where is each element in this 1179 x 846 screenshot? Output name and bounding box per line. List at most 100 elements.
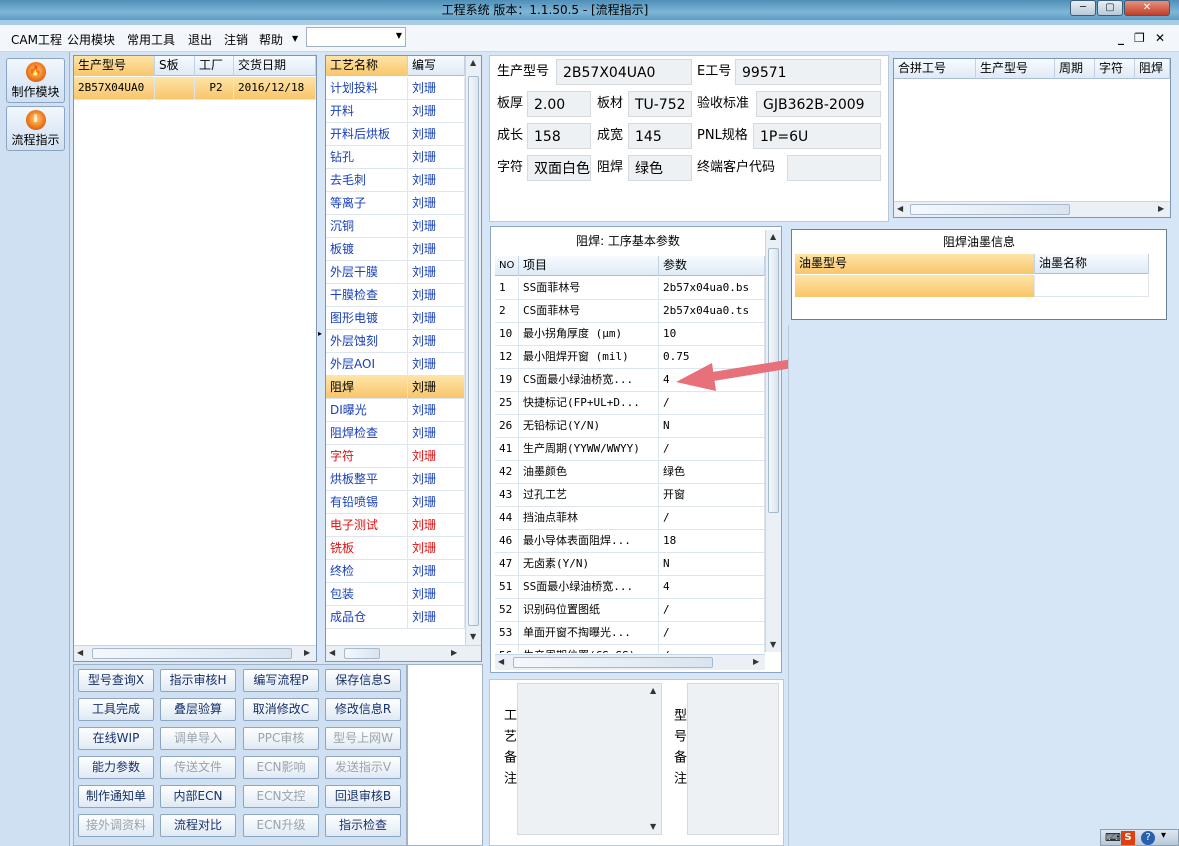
module-combo[interactable]: ▼ [306,27,406,47]
params-hscroll-thumb[interactable] [513,657,713,668]
field-solder-mask[interactable]: 绿色 [628,155,692,181]
table-row[interactable]: 终检 刘珊 [326,560,465,583]
action-button-15[interactable]: ECN影响 [243,756,319,779]
table-row[interactable]: 外层蚀刻 刘珊 [326,330,465,353]
tray-menu-icon[interactable]: ▾ [1161,830,1166,841]
scroll-right-icon[interactable]: ▶ [304,648,310,657]
scroll-right-icon[interactable]: ▶ [753,657,759,666]
mdi-minimize-icon[interactable]: _ [1118,31,1124,45]
menu-common-tools[interactable]: 常用工具 [127,31,175,48]
menu-overflow-icon[interactable]: ▼ [292,34,298,43]
nav-make-module[interactable]: 🔥 制作模块 [6,58,65,103]
table-row[interactable]: 图形电镀 刘珊 [326,307,465,330]
field-character[interactable]: 双面白色 [527,155,591,181]
action-button-23[interactable]: ECN升级 [243,814,319,837]
col-writer[interactable]: 编写 [408,56,465,76]
process-hscroll-thumb[interactable] [344,648,380,659]
close-window-button[interactable]: ✕ [1124,0,1170,16]
table-row[interactable]: 44 挡油点菲林 / [495,507,765,530]
field-width[interactable]: 145 [628,123,692,149]
field-material[interactable]: TU-752 [628,91,692,117]
menu-cam[interactable]: CAM工程 [11,31,62,48]
table-row[interactable]: 外层干膜 刘珊 [326,261,465,284]
menu-logout[interactable]: 注销 [224,31,248,48]
table-row[interactable]: 铣板 刘珊 [326,537,465,560]
col-no[interactable]: NO [495,256,519,276]
params-hscroll[interactable]: ◀ ▶ [495,654,765,670]
col-ink-name[interactable]: 油墨名称 [1035,254,1149,274]
action-button-20[interactable]: 回退审核B [325,785,401,808]
action-button-12[interactable]: 型号上网W [325,727,401,750]
col-merge-period[interactable]: 周期 [1055,59,1095,79]
action-button-6[interactable]: 叠层验算 [160,698,236,721]
col-delivery-date[interactable]: 交货日期 [234,56,316,76]
table-row[interactable]: DI曝光 刘珊 [326,399,465,422]
mdi-restore-icon[interactable]: ❐ [1134,31,1145,45]
table-row[interactable]: 2B57X04UA0 P2 2016/12/18 [74,77,316,100]
scroll-left-icon[interactable]: ◀ [498,657,504,666]
action-button-13[interactable]: 能力参数 [78,756,154,779]
action-button-11[interactable]: PPC审核 [243,727,319,750]
action-button-19[interactable]: ECN文控 [243,785,319,808]
col-factory[interactable]: 工厂 [195,56,234,76]
action-button-10[interactable]: 调单导入 [160,727,236,750]
table-row[interactable]: 干膜检查 刘珊 [326,284,465,307]
field-length[interactable]: 158 [527,123,591,149]
table-row[interactable]: 阻焊检查 刘珊 [326,422,465,445]
table-row[interactable]: 43 过孔工艺 开窗 [495,484,765,507]
order-hscroll-thumb[interactable] [92,648,292,659]
scroll-left-icon[interactable]: ◀ [897,204,903,213]
field-model[interactable]: 2B57X04UA0 [556,59,692,85]
field-eno[interactable]: 99571 [735,59,881,85]
table-row[interactable]: 等离子 刘珊 [326,192,465,215]
params-vscroll[interactable]: ▲ ▼ [765,230,781,652]
table-row[interactable]: 开料 刘珊 [326,100,465,123]
nav-process-instruction[interactable]: ⦀ 流程指示 [6,106,65,151]
mdi-close-icon[interactable]: ✕ [1155,31,1165,45]
action-button-3[interactable]: 编写流程P [243,669,319,692]
scroll-down-icon[interactable]: ▼ [470,632,476,641]
menu-public-module[interactable]: 公用模块 [67,31,115,48]
col-merge-character[interactable]: 字符 [1095,59,1135,79]
field-customer-code[interactable] [787,155,881,181]
minimize-button[interactable]: ─ [1070,0,1096,16]
action-button-8[interactable]: 修改信息R [325,698,401,721]
table-row[interactable]: 41 生产周期(YYWW/WWYY) / [495,438,765,461]
scroll-right-icon[interactable]: ▶ [1158,204,1164,213]
table-row[interactable]: 阻焊 刘珊 [326,376,465,399]
field-thickness[interactable]: 2.00 [527,91,591,117]
scroll-left-icon[interactable]: ◀ [77,648,83,657]
table-row[interactable]: 字符 刘珊 [326,445,465,468]
table-row[interactable]: 2 CS面菲林号 2b57x04ua0.ts [495,300,765,323]
field-standard[interactable]: GJB362B-2009 [756,91,881,117]
action-button-24[interactable]: 指示检查 [325,814,401,837]
col-sboard[interactable]: S板 [155,56,195,76]
model-notes-field[interactable] [687,683,779,835]
process-vscroll-thumb[interactable] [468,76,479,626]
splitter-handle[interactable]: ▸ [318,325,324,385]
table-row[interactable]: 47 无卤素(Y/N) N [495,553,765,576]
table-row[interactable]: 包装 刘珊 [326,583,465,606]
col-merge-model[interactable]: 生产型号 [976,59,1055,79]
table-row[interactable]: 53 单面开窗不掏曝光... / [495,622,765,645]
action-button-14[interactable]: 传送文件 [160,756,236,779]
col-merge-eno[interactable]: 合拼工号 [894,59,976,79]
scroll-down-icon[interactable]: ▼ [650,822,656,831]
scroll-up-icon[interactable]: ▲ [650,686,656,695]
col-model[interactable]: 生产型号 [74,56,155,76]
table-row[interactable]: 板镀 刘珊 [326,238,465,261]
table-row[interactable]: 26 无铅标记(Y/N) N [495,415,765,438]
action-button-21[interactable]: 接外调资料 [78,814,154,837]
scroll-down-icon[interactable]: ▼ [770,640,776,649]
process-hscroll[interactable]: ◀ ▶ [326,645,481,661]
col-item[interactable]: 项目 [519,256,659,276]
order-hscroll[interactable]: ◀ ▶ [74,645,316,661]
scroll-up-icon[interactable]: ▲ [770,232,776,241]
action-button-4[interactable]: 保存信息S [325,669,401,692]
table-row[interactable]: 沉铜 刘珊 [326,215,465,238]
action-button-17[interactable]: 制作通知单 [78,785,154,808]
table-row[interactable]: 1 SS面菲林号 2b57x04ua0.bs [495,277,765,300]
table-row[interactable]: 56生产周期位置(CS+SS)/ [495,645,765,653]
table-row[interactable]: 计划投料 刘珊 [326,77,465,100]
table-row[interactable]: 46 最小导体表面阻焊... 18 [495,530,765,553]
